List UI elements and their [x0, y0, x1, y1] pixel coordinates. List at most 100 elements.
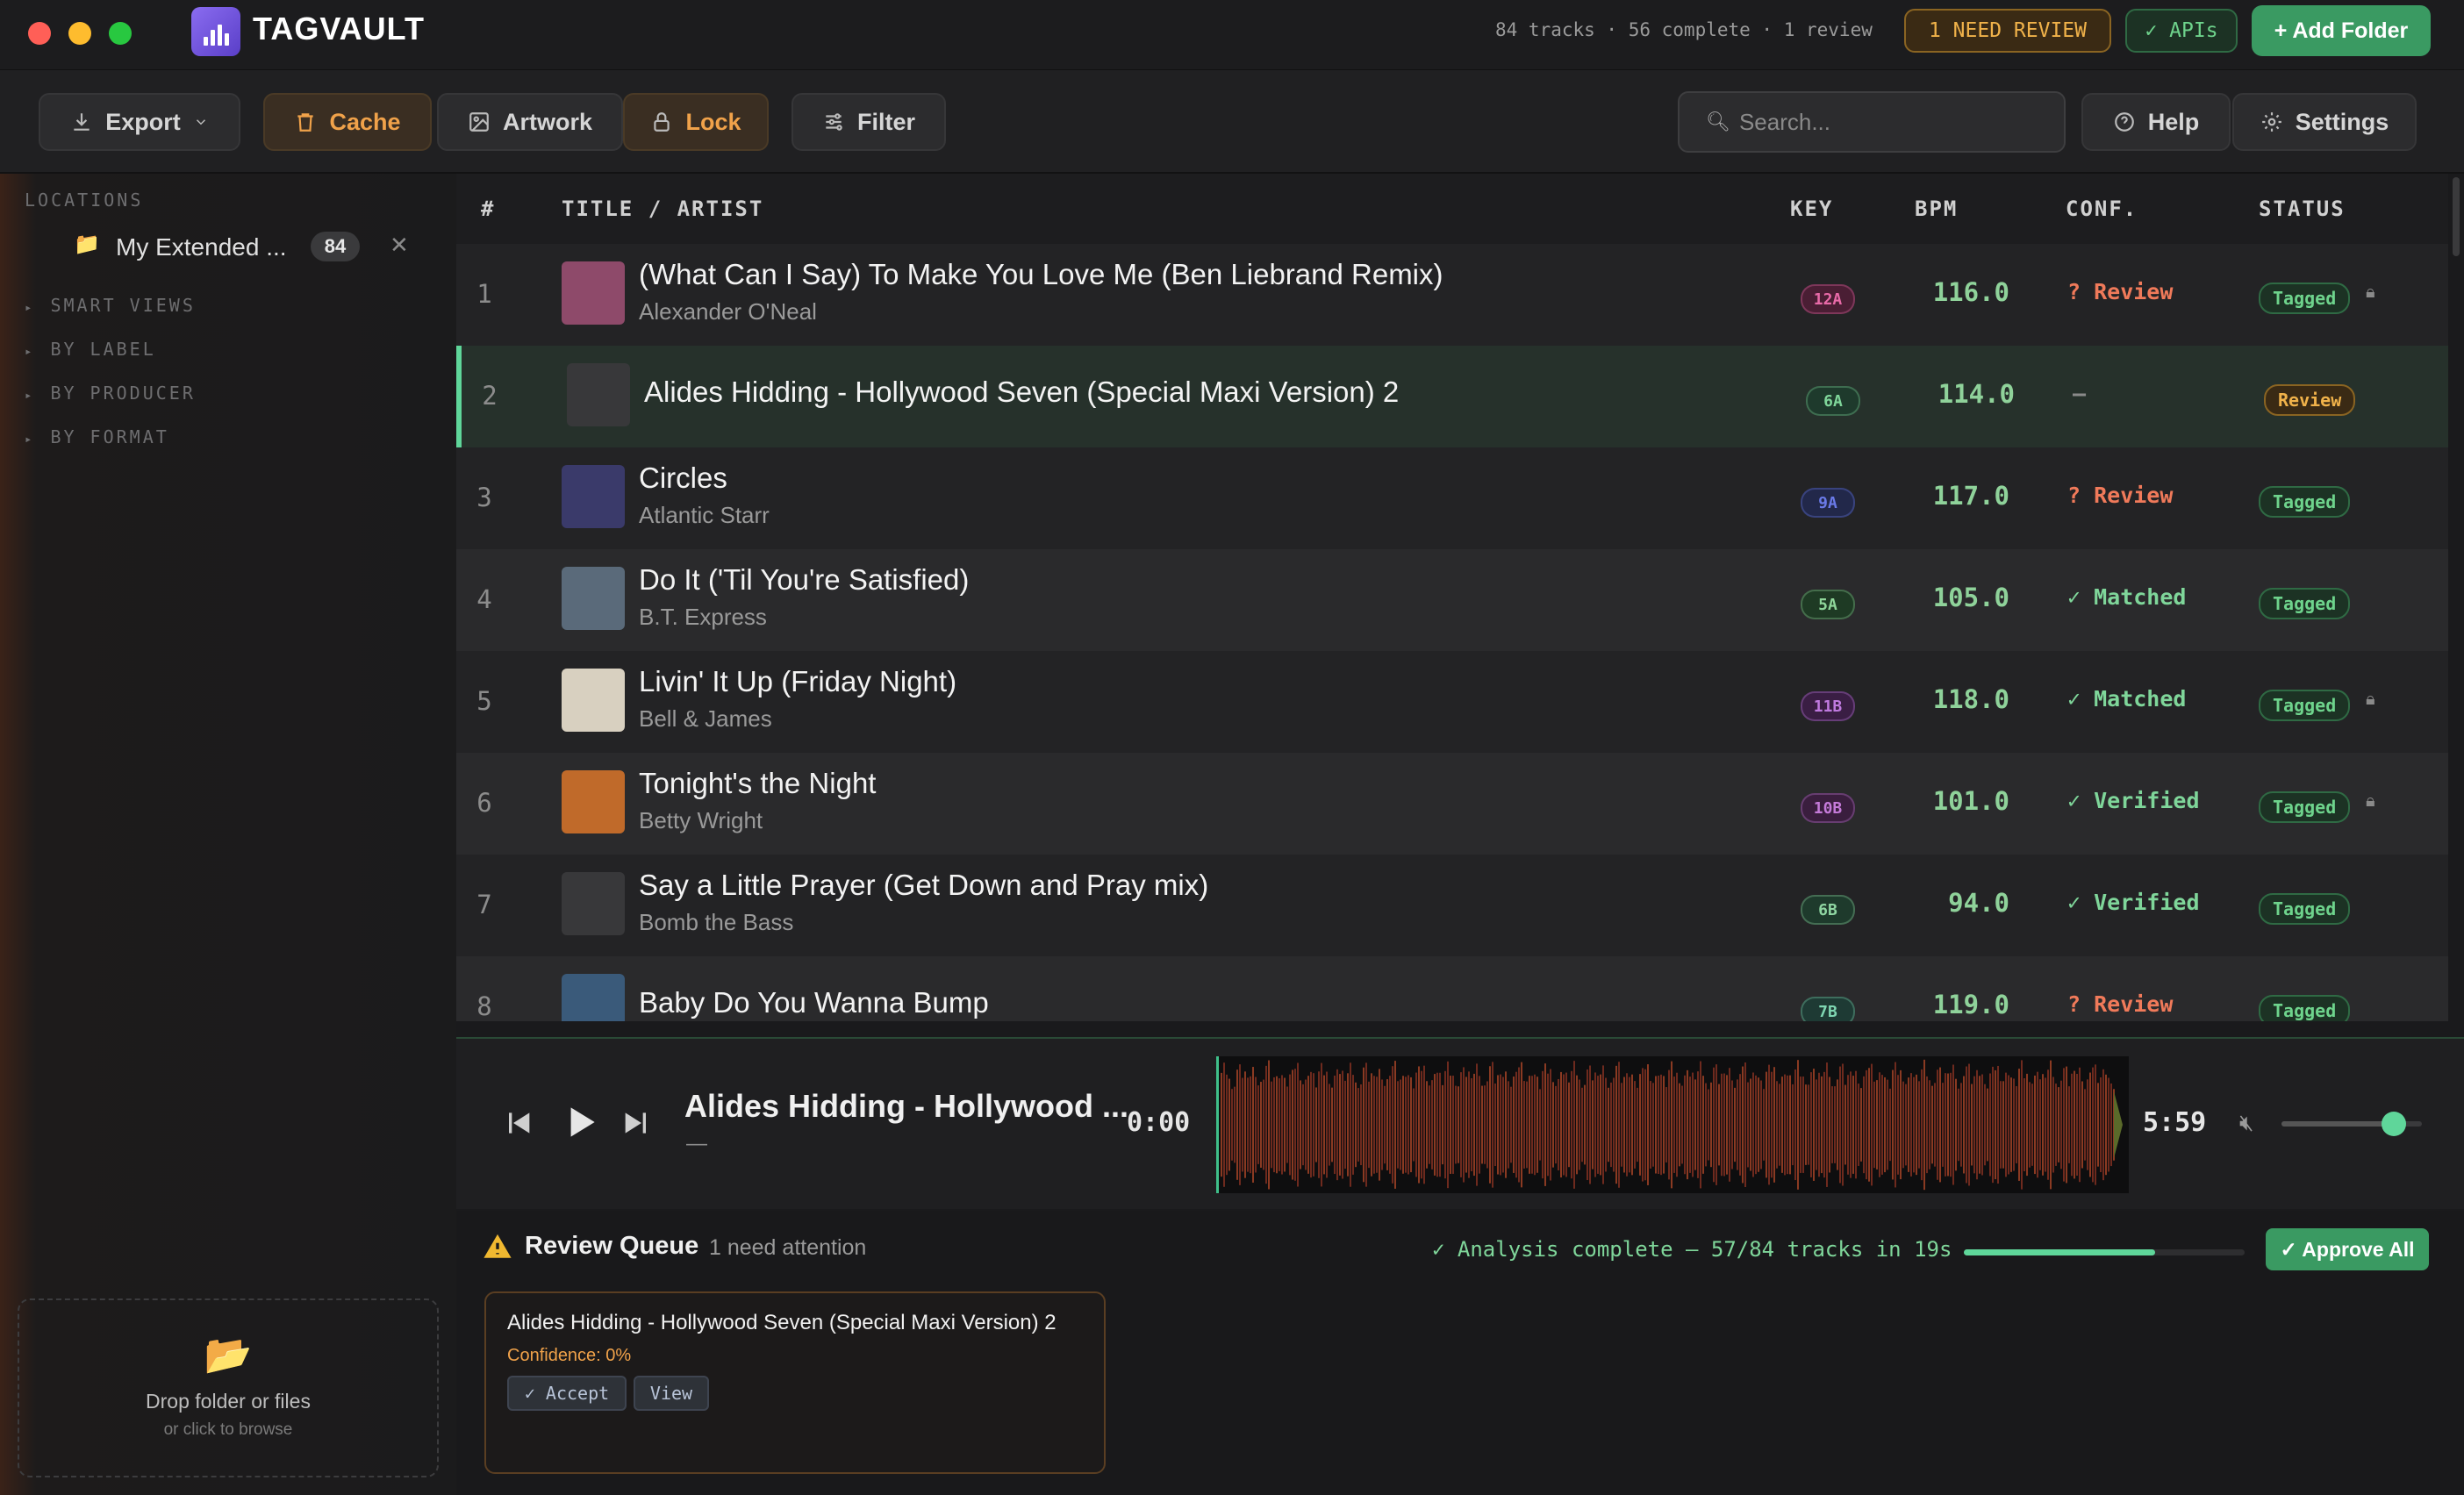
cache-button[interactable]: Cache — [263, 93, 432, 151]
track-title: Say a Little Prayer (Get Down and Pray m… — [639, 869, 1209, 901]
add-folder-button[interactable]: + Add Folder — [2252, 5, 2431, 56]
zoom-window-button[interactable] — [109, 22, 132, 45]
minimize-window-button[interactable] — [68, 22, 91, 45]
scrollbar[interactable] — [2448, 174, 2464, 1021]
status-badge: Tagged — [2259, 588, 2351, 619]
col-number[interactable]: # — [481, 197, 495, 221]
confidence-value: ✓ Matched — [2067, 584, 2187, 610]
track-table: # TITLE / ARTIST KEY BPM CONF. STATUS 1 (… — [456, 174, 2464, 1021]
album-art — [562, 669, 625, 732]
confidence-value: ? Review — [2067, 991, 2174, 1017]
sliders-icon — [826, 113, 842, 131]
table-row[interactable]: 5 Livin' It Up (Friday Night) Bell & James… — [456, 651, 2448, 753]
album-art — [562, 872, 625, 935]
next-track-icon[interactable] — [620, 1105, 655, 1141]
review-queue-title: Review Queue — [525, 1232, 699, 1260]
warning-icon — [483, 1234, 512, 1258]
now-playing-artist: — — [686, 1132, 707, 1155]
status-badge: Tagged — [2259, 690, 2351, 721]
accept-button[interactable]: ✓ Accept — [507, 1376, 627, 1411]
smart-views-section[interactable]: ▸ SMART VIEWS — [25, 295, 196, 316]
track-title: Livin' It Up (Friday Night) — [639, 665, 957, 697]
export-button[interactable]: Export — [39, 93, 240, 151]
track-artist: B.T. Express — [639, 604, 767, 630]
apis-status-badge[interactable]: ✓ APIs — [2125, 9, 2238, 53]
folder-icon: 📁 — [74, 232, 100, 256]
by-format-section[interactable]: ▸ BY FORMAT — [25, 426, 169, 447]
table-header: # TITLE / ARTIST KEY BPM CONF. STATUS — [456, 174, 2448, 244]
location-item[interactable]: 📁 My Extended ... 84 ✕ — [74, 230, 425, 265]
confidence-value: — — [2073, 381, 2087, 406]
table-row[interactable]: 1 (What Can I Say) To Make You Love Me (B… — [456, 244, 2448, 346]
section-label: BY LABEL — [50, 339, 156, 360]
status-badge: Tagged — [2259, 791, 2351, 823]
filter-button[interactable]: Filter — [791, 93, 946, 151]
image-icon — [469, 112, 489, 132]
col-key[interactable]: KEY — [1790, 197, 1833, 221]
review-card-title: Alides Hidding - Hollywood Seven (Specia… — [507, 1311, 1057, 1334]
row-number: 6 — [476, 788, 492, 818]
table-row[interactable]: 4 Do It ('Til You're Satisfied) B.T. Expre… — [456, 549, 2448, 651]
bpm-value: 101.0 — [1932, 786, 2009, 816]
confidence-value: ✓ Matched — [2067, 686, 2187, 712]
row-number: 7 — [476, 890, 492, 919]
table-row[interactable]: 8 Baby Do You Wanna Bump 7B 119.0 ? Review Ta… — [456, 956, 2448, 1021]
volume-slider[interactable] — [2281, 1112, 2422, 1136]
album-art — [562, 261, 625, 325]
view-button[interactable]: View — [634, 1376, 709, 1411]
review-card-confidence: Confidence: 0% — [507, 1346, 632, 1365]
by-producer-section[interactable]: ▸ BY PRODUCER — [25, 383, 196, 404]
review-queue: Review Queue 1 need attention ✓ Analysis… — [456, 1211, 2464, 1495]
bpm-value: 105.0 — [1932, 583, 2009, 612]
player-bar: Alides Hidding - Hollywood ... — 0:00 5:… — [456, 1037, 2464, 1209]
bpm-value: 94.0 — [1948, 888, 2009, 918]
cache-label: Cache — [329, 108, 401, 135]
approve-all-button[interactable]: ✓ Approve All — [2266, 1228, 2429, 1270]
help-label: Help — [2147, 108, 2200, 135]
waveform[interactable] — [1216, 1056, 2129, 1193]
settings-button[interactable]: Settings — [2232, 93, 2417, 151]
key-badge: 11B — [1801, 691, 1855, 721]
col-title[interactable]: TITLE / ARTIST — [562, 197, 763, 221]
review-card[interactable]: Alides Hidding - Hollywood Seven (Specia… — [484, 1291, 1106, 1474]
status-badge: Tagged — [2259, 893, 2351, 925]
remove-location-icon[interactable]: ✕ — [390, 232, 409, 259]
artwork-button[interactable]: Artwork — [437, 93, 623, 151]
volume-fill — [2281, 1121, 2394, 1127]
search-icon: 🔍︎ — [1706, 111, 1730, 132]
scrollbar-thumb[interactable] — [2453, 177, 2460, 256]
need-review-badge[interactable]: 1 NEED REVIEW — [1904, 9, 2111, 53]
analysis-progress-bar — [1964, 1249, 2245, 1255]
table-row[interactable]: 2 Alides Hidding - Hollywood Seven (Speci… — [456, 346, 2448, 447]
lock-icon: 🔒︎ — [2366, 791, 2375, 811]
location-count-badge: 84 — [311, 232, 360, 261]
section-label: SMART VIEWS — [50, 295, 196, 316]
album-art — [567, 363, 630, 426]
key-badge: 9A — [1801, 488, 1855, 518]
play-icon[interactable] — [558, 1100, 602, 1144]
analysis-status: ✓ Analysis complete — 57/84 tracks in 19… — [1432, 1237, 1952, 1262]
col-bpm[interactable]: BPM — [1915, 197, 1958, 221]
lock-icon — [654, 112, 670, 132]
by-label-section[interactable]: ▸ BY LABEL — [25, 339, 156, 360]
table-row[interactable]: 7 Say a Little Prayer (Get Down and Pray … — [456, 855, 2448, 956]
table-row[interactable]: 6 Tonight's the Night Betty Wright 10B 101.0… — [456, 753, 2448, 855]
help-button[interactable]: Help — [2081, 93, 2231, 151]
previous-track-icon[interactable] — [500, 1105, 535, 1141]
title-bar: TAGVAULT 84 tracks · 56 complete · 1 rev… — [0, 0, 2464, 70]
volume-knob[interactable] — [2382, 1112, 2406, 1136]
artwork-label: Artwork — [502, 108, 592, 135]
lock-button[interactable]: Lock — [623, 93, 769, 151]
status-badge: Tagged — [2259, 283, 2351, 314]
status-badge: Tagged — [2259, 486, 2351, 518]
table-row[interactable]: 3 Circles Atlantic Starr 9A 117.0 ? Review Tag… — [456, 447, 2448, 549]
chevron-right-icon: ▸ — [25, 301, 35, 315]
mute-icon[interactable]: 🔇︎ — [2239, 1109, 2253, 1137]
col-confidence[interactable]: CONF. — [2066, 197, 2138, 221]
search-input[interactable]: 🔍︎ Search... — [1678, 91, 2066, 153]
drop-zone[interactable]: 📂 Drop folder or files or click to brows… — [18, 1298, 439, 1477]
close-window-button[interactable] — [28, 22, 51, 45]
status-badge: Review — [2264, 384, 2356, 416]
bpm-value: 117.0 — [1932, 481, 2009, 511]
col-status[interactable]: STATUS — [2259, 197, 2346, 221]
